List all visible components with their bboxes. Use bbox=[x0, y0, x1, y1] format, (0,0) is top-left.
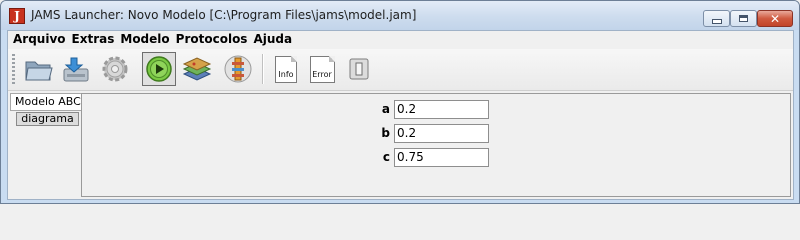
open-button[interactable] bbox=[22, 52, 56, 86]
open-folder-icon bbox=[25, 61, 53, 81]
param-row-a: a bbox=[376, 99, 489, 119]
maximize-icon bbox=[739, 15, 748, 22]
menu-extras[interactable]: Extras bbox=[69, 31, 118, 48]
info-button[interactable]: Info bbox=[269, 52, 303, 86]
client-area: Arquivo Extras Modelo Protocolos Ajuda I… bbox=[7, 30, 794, 200]
tab-modelo-abc[interactable]: Modelo ABC bbox=[10, 93, 81, 111]
info-document-icon: Info bbox=[275, 55, 297, 83]
close-icon: ✕ bbox=[769, 11, 781, 26]
param-row-c: c bbox=[376, 147, 489, 167]
menu-modelo[interactable]: Modelo bbox=[117, 31, 172, 48]
info-label: Info bbox=[278, 69, 294, 79]
title-bar[interactable]: J JAMS Launcher: Novo Modelo [C:\Program… bbox=[1, 1, 799, 30]
run-button[interactable] bbox=[142, 52, 176, 86]
param-label-c: c bbox=[382, 150, 390, 164]
layers-map-icon bbox=[182, 57, 212, 81]
param-row-b: b bbox=[376, 123, 489, 143]
param-label-a: a bbox=[381, 102, 390, 116]
stop-toggle-icon bbox=[349, 58, 369, 80]
menu-ajuda[interactable]: Ajuda bbox=[250, 31, 295, 48]
toolbar: Info Error bbox=[8, 49, 793, 91]
menu-bar: Arquivo Extras Modelo Protocolos Ajuda bbox=[8, 31, 793, 48]
parameter-panel: a b c bbox=[81, 93, 791, 197]
settings-button[interactable] bbox=[98, 52, 132, 86]
maximize-button[interactable] bbox=[730, 10, 757, 27]
error-button[interactable]: Error bbox=[305, 52, 339, 86]
model-tree-icon bbox=[224, 55, 252, 83]
error-document-icon: Error bbox=[309, 55, 335, 83]
model-tree-button[interactable] bbox=[221, 52, 255, 86]
save-button[interactable] bbox=[59, 52, 93, 86]
minimize-button[interactable] bbox=[703, 10, 730, 27]
param-input-c[interactable] bbox=[394, 147, 489, 167]
run-play-icon bbox=[146, 56, 172, 82]
settings-gear-icon bbox=[102, 56, 128, 82]
layers-button[interactable] bbox=[180, 52, 214, 86]
error-label: Error bbox=[312, 69, 332, 79]
model-tabs: Modelo ABC diagrama bbox=[10, 93, 81, 197]
param-input-a[interactable] bbox=[394, 99, 489, 119]
toolbar-grip[interactable] bbox=[12, 54, 15, 84]
save-icon bbox=[63, 57, 89, 82]
menu-protocolos[interactable]: Protocolos bbox=[173, 31, 251, 48]
stop-toggle-button[interactable] bbox=[342, 52, 376, 86]
minimize-icon bbox=[711, 18, 722, 24]
close-button[interactable]: ✕ bbox=[757, 10, 793, 27]
param-input-b[interactable] bbox=[394, 123, 489, 143]
window-title: JAMS Launcher: Novo Modelo [C:\Program F… bbox=[31, 8, 417, 22]
tab-diagrama[interactable]: diagrama bbox=[16, 112, 79, 126]
param-label-b: b bbox=[381, 126, 390, 140]
menu-arquivo[interactable]: Arquivo bbox=[8, 31, 69, 48]
toolbar-separator bbox=[262, 54, 264, 84]
app-icon[interactable]: J bbox=[9, 8, 25, 24]
app-window: J JAMS Launcher: Novo Modelo [C:\Program… bbox=[0, 0, 800, 204]
